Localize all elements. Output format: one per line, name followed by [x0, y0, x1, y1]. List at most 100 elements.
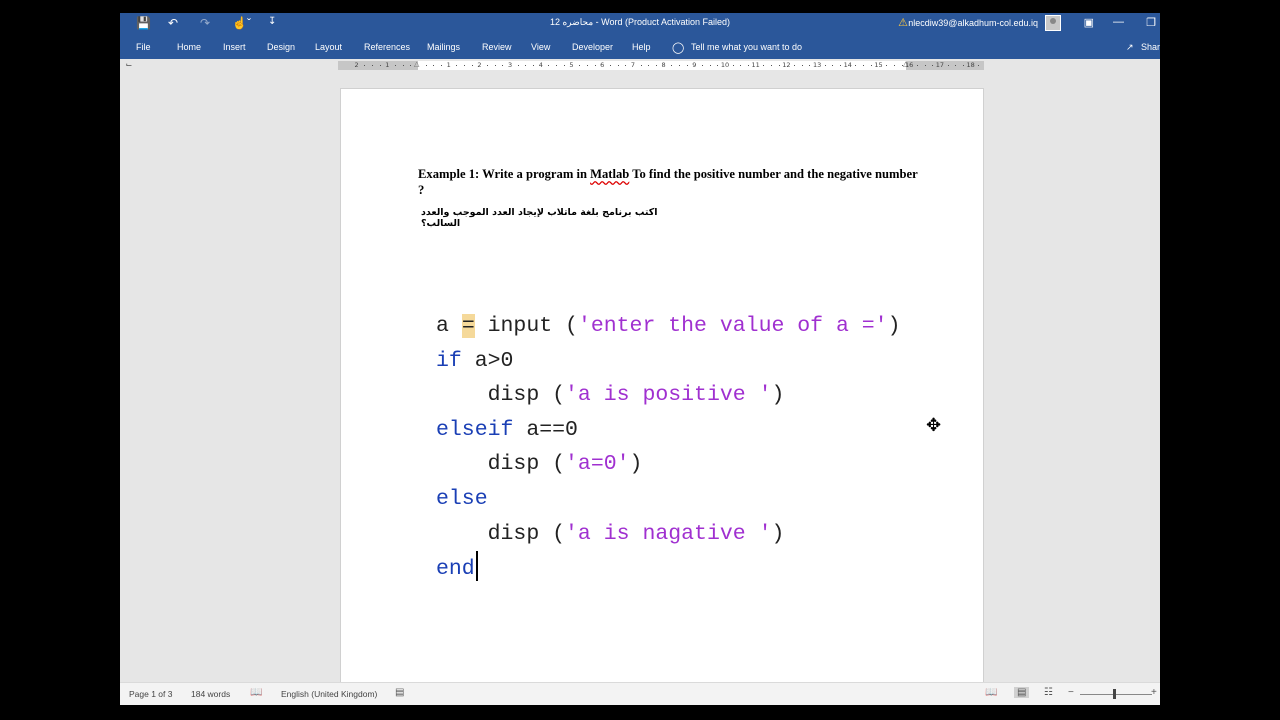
- ruler-tick: [456, 65, 458, 66]
- page-count[interactable]: Page 1 of 3: [129, 689, 172, 699]
- tab-home[interactable]: Home: [177, 42, 201, 52]
- code-line-1: a = input ('enter the value of a ='): [436, 309, 901, 344]
- code-line-4: elseif a==0: [436, 413, 901, 448]
- tab-layout[interactable]: Layout: [315, 42, 342, 52]
- example-heading: Example 1: Write a program in Matlab To …: [418, 166, 918, 198]
- ruler-tick: [648, 65, 650, 66]
- ruler-tick: [517, 65, 519, 66]
- ruler-tick: [840, 65, 842, 66]
- tab-review[interactable]: Review: [482, 42, 512, 52]
- ruler-tick: [671, 65, 673, 66]
- tab-view[interactable]: View: [531, 42, 550, 52]
- ruler-number: 6: [600, 61, 605, 69]
- tab-references[interactable]: References: [364, 42, 410, 52]
- tab-selector-icon[interactable]: ⌙: [124, 60, 134, 70]
- zoom-slider-thumb[interactable]: [1113, 689, 1116, 699]
- ruler-row: ⌙ △ △ 2 1 1 2 3 4 5 6 7 8 9 10 11 12 13 14 15 16 17 18: [120, 59, 1160, 73]
- macro-record-icon[interactable]: ▤: [395, 687, 404, 698]
- code-string: 'a is positive ': [565, 383, 772, 408]
- ruler-number: 8: [661, 61, 666, 69]
- ruler-tick: [410, 65, 412, 66]
- ruler-tick: [709, 65, 711, 66]
- code-line-7: disp ('a is nagative '): [436, 517, 901, 552]
- ruler-tick: [855, 65, 857, 66]
- move-cursor-icon: ✥: [926, 415, 942, 436]
- tab-insert[interactable]: Insert: [223, 42, 246, 52]
- ruler-tick: [901, 65, 903, 66]
- ruler-tick: [748, 65, 750, 66]
- proofing-icon[interactable]: 📖: [250, 687, 262, 698]
- zoom-in-icon[interactable]: +: [1151, 687, 1157, 698]
- ruler-tick: [586, 65, 588, 66]
- code-paren: ): [887, 314, 901, 338]
- tell-me-box[interactable]: Tell me what you want to do: [691, 42, 802, 52]
- read-mode-icon[interactable]: 📖: [985, 687, 997, 698]
- print-layout-icon[interactable]: ▤: [1014, 687, 1030, 698]
- tab-help[interactable]: Help: [632, 42, 651, 52]
- restore-icon[interactable]: ❐: [1146, 16, 1156, 29]
- horizontal-ruler[interactable]: △ △ 2 1 1 2 3 4 5 6 7 8 9 10 11 12 13 14 15 16 17 18: [338, 61, 984, 70]
- ruler-tick: [579, 65, 581, 66]
- code-string: 'a=0': [565, 452, 630, 477]
- tab-file[interactable]: File: [136, 42, 151, 52]
- ruler-tick: [487, 65, 489, 66]
- ruler-number: 10: [720, 61, 730, 69]
- ruler-tick: [794, 65, 796, 66]
- ruler-number: 12: [782, 61, 791, 69]
- share-button[interactable]: Share: [1141, 42, 1160, 52]
- code-assign-operator: =: [461, 314, 475, 338]
- matlab-code-block: a = input ('enter the value of a =') if a…: [436, 309, 901, 587]
- ruler-tick: [625, 65, 627, 66]
- ruler-number: 7: [630, 61, 635, 69]
- ruler-tick: [494, 65, 496, 66]
- ruler-tick: [824, 65, 826, 66]
- ruler-tick: [556, 65, 558, 66]
- language-status[interactable]: English (United Kingdom): [281, 689, 377, 699]
- ruler-tick: [962, 65, 964, 66]
- ruler-tick: [763, 65, 765, 66]
- tab-developer[interactable]: Developer: [572, 42, 613, 52]
- document-area[interactable]: Example 1: Write a program in Matlab To …: [120, 73, 1160, 705]
- code-keyword-elseif: elseif: [436, 417, 514, 442]
- ruler-number: 1: [446, 61, 451, 69]
- ruler-number: 5: [569, 61, 574, 69]
- ruler-tick: [640, 65, 642, 66]
- ruler-tick: [771, 65, 773, 66]
- ruler-number: 17: [935, 61, 945, 69]
- code-keyword-else: else: [436, 486, 488, 511]
- status-bar: Page 1 of 3 184 words 📖 English (United …: [120, 682, 1160, 705]
- ruler-tick: [686, 65, 688, 66]
- ruler-tick: [364, 65, 366, 66]
- ruler-number: 9: [692, 61, 697, 69]
- zoom-out-icon[interactable]: −: [1068, 687, 1074, 698]
- code-line-5: disp ('a=0'): [436, 447, 901, 482]
- ruler-tick: [402, 65, 404, 66]
- ruler-number: 4: [538, 61, 543, 69]
- web-layout-icon[interactable]: ☷: [1044, 687, 1053, 698]
- zoom-slider[interactable]: [1080, 694, 1152, 695]
- word-count[interactable]: 184 words: [191, 689, 230, 699]
- ruler-tick: [678, 65, 680, 66]
- tab-mailings[interactable]: Mailings: [427, 42, 460, 52]
- minimize-icon[interactable]: —: [1113, 16, 1124, 28]
- code-keyword-if: if: [436, 348, 462, 373]
- document-page[interactable]: Example 1: Write a program in Matlab To …: [340, 88, 984, 705]
- share-icon[interactable]: ↗: [1126, 42, 1134, 53]
- ruler-tick: [471, 65, 473, 66]
- ruler-tick: [947, 65, 949, 66]
- ruler-tick: [932, 65, 934, 66]
- code-string: 'a is nagative ': [565, 521, 772, 546]
- ribbon-display-icon[interactable]: ▣: [1084, 16, 1094, 29]
- avatar[interactable]: [1045, 15, 1061, 31]
- warning-icon: ⚠: [898, 17, 908, 29]
- code-var: a: [436, 314, 462, 338]
- indent-marker-icon[interactable]: △: [414, 60, 419, 69]
- ruler-tick: [609, 65, 611, 66]
- tab-design[interactable]: Design: [267, 42, 295, 52]
- ruler-tick: [870, 65, 872, 66]
- ruler-tick: [778, 65, 780, 66]
- arabic-instruction: اكتب برنامج بلغة ماتلاب لإيجاد العدد الم…: [421, 207, 658, 229]
- spelling-flagged-word[interactable]: Matlab: [590, 167, 629, 181]
- account-name[interactable]: nlecdiw39@alkadhum-col.edu.iq: [908, 18, 1038, 28]
- ruler-tick: [740, 65, 742, 66]
